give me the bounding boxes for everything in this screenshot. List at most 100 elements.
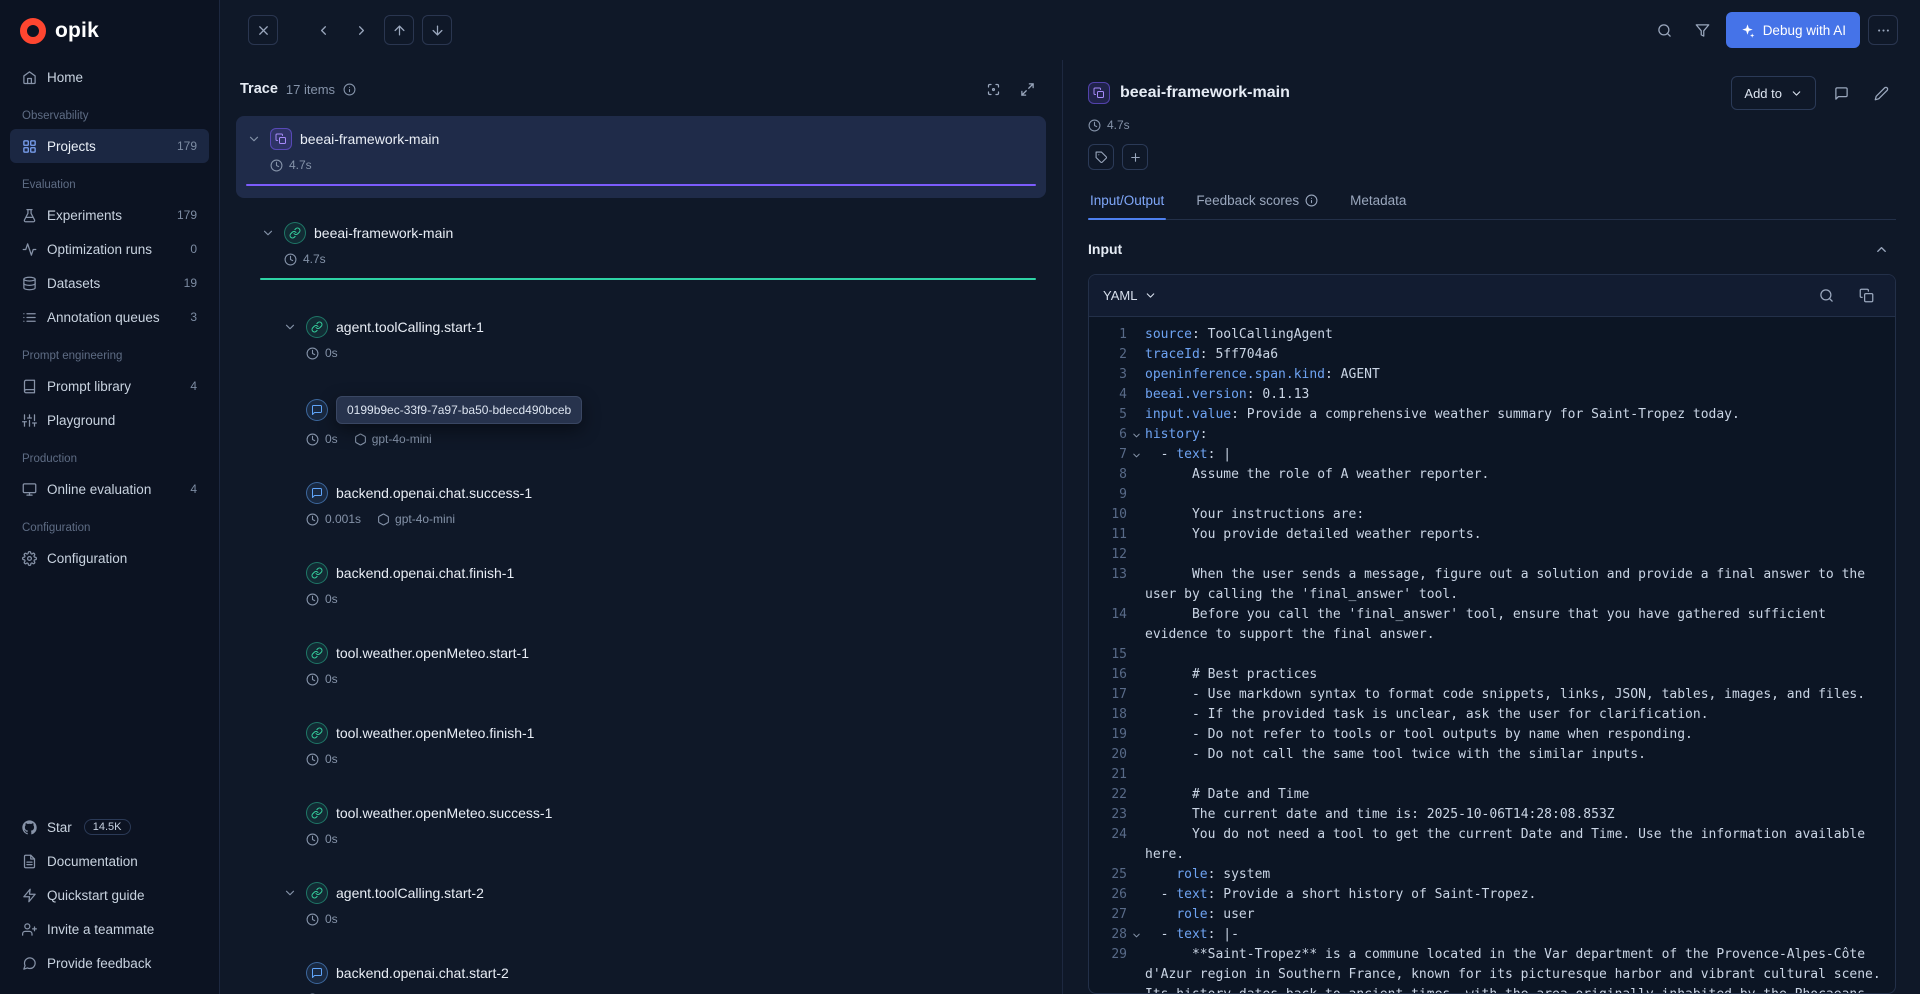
forward-button[interactable] bbox=[346, 15, 376, 45]
format-select[interactable]: YAML bbox=[1103, 288, 1157, 303]
trace-tree-item-backend-openai-chat-finish-1[interactable]: backend.openai.chat.finish-10s bbox=[236, 550, 1046, 618]
code-line: 10 Your instructions are: bbox=[1089, 505, 1895, 525]
trace-tree-item[interactable]: 0199b9ec-33f9-7a97-ba50-bdecd490bceb0sgp… bbox=[236, 384, 1046, 458]
line-number: 10 bbox=[1089, 505, 1127, 525]
gear-icon bbox=[22, 551, 37, 566]
line-number: 8 bbox=[1089, 465, 1127, 485]
search-button[interactable] bbox=[1650, 15, 1680, 45]
sidebar-item-playground[interactable]: Playground bbox=[10, 403, 209, 437]
clock-icon bbox=[306, 347, 319, 360]
tab-metadata[interactable]: Metadata bbox=[1348, 184, 1408, 219]
info-icon bbox=[1305, 194, 1318, 207]
tab-feedback-scores[interactable]: Feedback scores bbox=[1194, 184, 1320, 219]
sidebar-item-label: Playground bbox=[47, 413, 197, 428]
trace-tree-item-agent-toolcalling-start-2[interactable]: agent.toolCalling.start-20s bbox=[236, 870, 1046, 938]
line-number: 24 bbox=[1089, 825, 1127, 845]
link-green-icon bbox=[306, 882, 328, 904]
trace-tree-item-agent-toolcalling-start-1[interactable]: agent.toolCalling.start-10s bbox=[236, 304, 1046, 372]
trace-tree-item-beeai-framework-main[interactable]: beeai-framework-main4.7s bbox=[236, 116, 1046, 198]
grid-icon bbox=[22, 139, 37, 154]
filter-button[interactable] bbox=[1688, 15, 1718, 45]
comments-button[interactable] bbox=[1826, 78, 1856, 108]
code-line: 9 bbox=[1089, 485, 1895, 505]
chevron-down-icon[interactable] bbox=[246, 132, 262, 146]
input-code-card: YAML 1source: ToolCallingAgent2traceId: … bbox=[1088, 274, 1896, 994]
logo-text: opik bbox=[55, 19, 99, 43]
back-button[interactable] bbox=[308, 15, 338, 45]
trace-tree-item-backend-openai-chat-start-2[interactable]: backend.openai.chat.start-20s bbox=[236, 950, 1046, 994]
sidebar-item-invite-a-teammate[interactable]: Invite a teammate bbox=[10, 912, 209, 946]
fold-gutter bbox=[1127, 945, 1145, 950]
line-number: 29 bbox=[1089, 945, 1127, 965]
sidebar-item-label: Projects bbox=[47, 139, 167, 154]
opik-logo[interactable]: opik bbox=[0, 0, 219, 58]
sidebar-item-configuration[interactable]: Configuration bbox=[10, 541, 209, 575]
line-number: 28 bbox=[1089, 925, 1127, 945]
sidebar-item-provide-feedback[interactable]: Provide feedback bbox=[10, 946, 209, 980]
zap-icon bbox=[22, 888, 37, 903]
fold-chevron-icon[interactable] bbox=[1127, 445, 1145, 461]
span-name: backend.openai.chat.success-1 bbox=[336, 485, 532, 501]
code-line: 11 You provide detailed weather reports. bbox=[1089, 525, 1895, 545]
chevron-down-icon[interactable] bbox=[260, 226, 276, 240]
code-line: 22 # Date and Time bbox=[1089, 785, 1895, 805]
tab-input-output[interactable]: Input/Output bbox=[1088, 184, 1166, 219]
next-item-button[interactable] bbox=[422, 15, 452, 45]
item-count: 0 bbox=[190, 242, 197, 256]
sidebar-item-experiments[interactable]: Experiments179 bbox=[10, 198, 209, 232]
trace-tree-item-tool-weather-openmeteo-success-1[interactable]: tool.weather.openMeteo.success-10s bbox=[236, 790, 1046, 858]
fold-gutter bbox=[1127, 825, 1145, 830]
add-tag-button[interactable] bbox=[1088, 144, 1114, 170]
add-to-button[interactable]: Add to bbox=[1731, 76, 1816, 110]
sidebar-item-quickstart-guide[interactable]: Quickstart guide bbox=[10, 878, 209, 912]
code-line: 5input.value: Provide a comprehensive we… bbox=[1089, 405, 1895, 425]
collapse-input-button[interactable] bbox=[1866, 234, 1896, 264]
edit-button[interactable] bbox=[1866, 78, 1896, 108]
close-button[interactable] bbox=[248, 15, 278, 45]
sidebar-item-projects[interactable]: Projects179 bbox=[10, 129, 209, 163]
expand-all-button[interactable] bbox=[1012, 74, 1042, 104]
debug-with-ai-button[interactable]: Debug with AI bbox=[1726, 12, 1860, 48]
sidebar-item-annotation-queues[interactable]: Annotation queues3 bbox=[10, 300, 209, 334]
chevron-down-icon[interactable] bbox=[282, 886, 298, 900]
span-name: tool.weather.openMeteo.success-1 bbox=[336, 805, 552, 821]
sidebar-item-label: Optimization runs bbox=[47, 242, 180, 257]
trace-tree-item-tool-weather-openmeteo-finish-1[interactable]: tool.weather.openMeteo.finish-10s bbox=[236, 710, 1046, 778]
sidebar-item-prompt-library[interactable]: Prompt library4 bbox=[10, 369, 209, 403]
trace-tree-item-beeai-framework-main[interactable]: beeai-framework-main4.7s bbox=[236, 210, 1046, 292]
more-options-button[interactable] bbox=[1868, 15, 1898, 45]
tab-label: Feedback scores bbox=[1196, 193, 1299, 208]
trace-tree-item-backend-openai-chat-success-1[interactable]: backend.openai.chat.success-10.001sgpt-4… bbox=[236, 470, 1046, 538]
fold-chevron-icon[interactable] bbox=[1127, 425, 1145, 441]
code-line: 8 Assume the role of A weather reporter. bbox=[1089, 465, 1895, 485]
code-line: 16 # Best practices bbox=[1089, 665, 1895, 685]
sidebar-item-documentation[interactable]: Documentation bbox=[10, 844, 209, 878]
code-line: 3openinference.span.kind: AGENT bbox=[1089, 365, 1895, 385]
sidebar-section-label: Configuration bbox=[10, 506, 209, 541]
fold-gutter bbox=[1127, 385, 1145, 390]
sidebar-item-home[interactable]: Home bbox=[10, 60, 209, 94]
focus-trace-button[interactable] bbox=[978, 74, 1008, 104]
trace-item-count: 17 items bbox=[286, 82, 335, 97]
chevron-down-icon[interactable] bbox=[282, 320, 298, 334]
tab-label: Metadata bbox=[1350, 193, 1406, 208]
sidebar-item-optimization-runs[interactable]: Optimization runs 0 bbox=[10, 232, 209, 266]
search-in-code-button[interactable] bbox=[1811, 281, 1841, 311]
add-button[interactable] bbox=[1122, 144, 1148, 170]
fold-gutter bbox=[1127, 725, 1145, 730]
sidebar-item-online-evaluation[interactable]: Online evaluation4 bbox=[10, 472, 209, 506]
sidebar-item-datasets[interactable]: Datasets19 bbox=[10, 266, 209, 300]
copy-code-button[interactable] bbox=[1851, 281, 1881, 311]
fold-chevron-icon[interactable] bbox=[1127, 925, 1145, 941]
model-tag: gpt-4o-mini bbox=[377, 512, 455, 526]
sidebar-item-star[interactable]: Star 14.5K bbox=[10, 810, 209, 844]
trace-tree-item-tool-weather-openmeteo-start-1[interactable]: tool.weather.openMeteo.start-10s bbox=[236, 630, 1046, 698]
fold-gutter bbox=[1127, 885, 1145, 890]
line-number: 21 bbox=[1089, 765, 1127, 785]
link-green-icon bbox=[306, 722, 328, 744]
code-line: 6history: bbox=[1089, 425, 1895, 445]
prev-item-button[interactable] bbox=[384, 15, 414, 45]
line-number: 17 bbox=[1089, 685, 1127, 705]
fold-gutter bbox=[1127, 325, 1145, 330]
line-number: 23 bbox=[1089, 805, 1127, 825]
